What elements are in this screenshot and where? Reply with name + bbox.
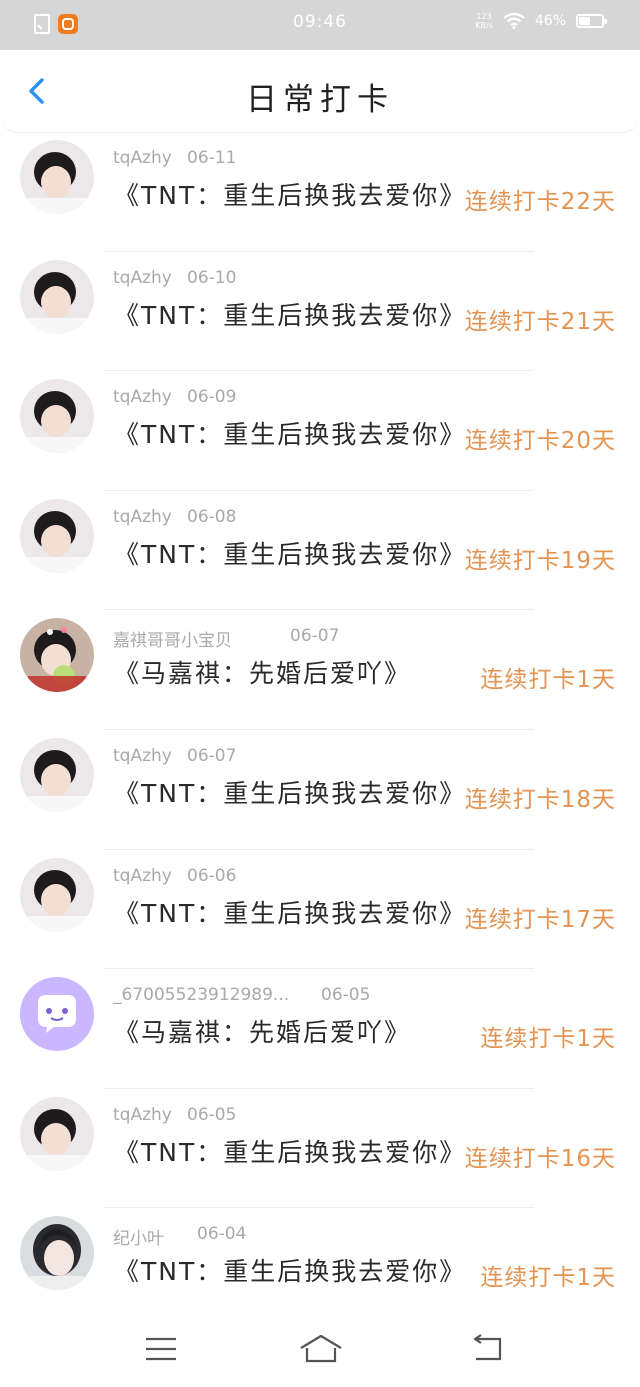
streak-label: 连续打卡1天 <box>480 667 616 694</box>
page-title: 日常打卡 <box>246 82 394 118</box>
row-meta: tqAzhy 06-06 <box>113 866 236 886</box>
menu-button[interactable] <box>143 1334 179 1364</box>
checkin-date: 06-10 <box>187 267 237 288</box>
book-title[interactable]: 《马嘉祺：先婚后爱吖》 <box>114 654 411 690</box>
network-rate: 123 KB/s <box>475 12 493 30</box>
row-meta: tqAzhy 06-11 <box>113 148 236 168</box>
streak-label: 连续打卡21天 <box>464 308 616 335</box>
book-title[interactable]: 《TNT：重生后换我去爱你》 <box>114 894 466 930</box>
book-title[interactable]: 《TNT：重生后换我去爱你》 <box>114 176 466 212</box>
checkin-date: 06-07 <box>187 745 237 766</box>
row-meta: tqAzhy 06-08 <box>113 507 236 527</box>
back-icon <box>473 1334 502 1361</box>
avatar[interactable] <box>20 1216 94 1291</box>
checkin-row[interactable]: tqAzhy 06-05 《TNT：重生后换我去爱你》 连续打卡16天 <box>0 1089 640 1209</box>
username[interactable]: tqAzhy <box>113 148 172 168</box>
page-header: 日常打卡 <box>0 50 640 133</box>
checkin-list: tqAzhy 06-11 《TNT：重生后换我去爱你》 连续打卡22天 tqAzhy 06… <box>0 132 640 1328</box>
row-meta: tqAzhy 06-10 <box>113 268 236 288</box>
checkin-row[interactable]: 嘉祺哥哥小宝贝 06-07 《马嘉祺：先婚后爱吖》 连续打卡1天 <box>0 610 640 730</box>
nav-back-button[interactable] <box>470 1334 506 1364</box>
avatar[interactable] <box>20 977 94 1052</box>
username[interactable]: _67005523912989... <box>113 985 289 1005</box>
username[interactable]: tqAzhy <box>113 387 172 407</box>
checkin-row[interactable]: tqAzhy 06-10 《TNT：重生后换我去爱你》 连续打卡21天 <box>0 252 640 372</box>
avatar[interactable] <box>20 857 94 932</box>
book-title[interactable]: 《TNT：重生后换我去爱你》 <box>114 415 466 451</box>
status-bar: 09:46 123 KB/s 46% <box>0 0 640 50</box>
avatar[interactable] <box>20 259 94 334</box>
streak-label: 连续打卡16天 <box>464 1145 616 1172</box>
network-rate-value: 123 <box>476 12 492 21</box>
avatar[interactable] <box>20 379 94 454</box>
row-meta: 纪小叶 06-04 <box>113 1224 246 1249</box>
checkin-date: 06-09 <box>187 387 237 408</box>
username[interactable]: tqAzhy <box>113 507 172 527</box>
streak-label: 连续打卡22天 <box>464 189 616 215</box>
checkin-date: 06-07 <box>290 626 340 647</box>
checkin-row[interactable]: tqAzhy 06-08 《TNT：重生后换我去爱你》 连续打卡19天 <box>0 491 640 611</box>
menu-icon <box>146 1337 176 1361</box>
checkin-row[interactable]: _67005523912989... 06-05 《马嘉祺：先婚后爱吖》 连续打卡1天 <box>0 969 640 1089</box>
username[interactable]: tqAzhy <box>113 746 172 766</box>
avatar[interactable] <box>20 1096 94 1171</box>
book-title[interactable]: 《TNT：重生后换我去爱你》 <box>114 535 466 571</box>
checkin-date: 06-11 <box>187 148 237 168</box>
streak-label: 连续打卡20天 <box>464 428 616 455</box>
streak-label: 连续打卡1天 <box>480 1026 616 1053</box>
avatar[interactable] <box>20 140 94 214</box>
system-nav-bar <box>0 1310 640 1387</box>
home-button[interactable] <box>298 1334 344 1364</box>
checkin-date: 06-08 <box>187 506 237 527</box>
row-meta: 嘉祺哥哥小宝贝 06-07 <box>113 626 339 651</box>
row-meta: tqAzhy 06-07 <box>113 746 236 766</box>
wifi-icon <box>503 13 525 29</box>
avatar[interactable] <box>20 737 94 812</box>
network-rate-unit: KB/s <box>475 21 493 30</box>
checkin-date: 06-05 <box>321 985 371 1006</box>
username[interactable]: tqAzhy <box>113 1105 172 1125</box>
checkin-date: 06-04 <box>197 1224 247 1245</box>
book-title[interactable]: 《TNT：重生后换我去爱你》 <box>114 774 466 810</box>
checkin-row[interactable]: tqAzhy 06-11 《TNT：重生后换我去爱你》 连续打卡22天 <box>0 132 640 252</box>
checkin-date: 06-06 <box>187 865 237 886</box>
row-meta: _67005523912989... 06-05 <box>113 985 370 1005</box>
username[interactable]: 嘉祺哥哥小宝贝 <box>113 631 232 651</box>
streak-label: 连续打卡19天 <box>464 547 616 574</box>
checkin-row[interactable]: tqAzhy 06-06 《TNT：重生后换我去爱你》 连续打卡17天 <box>0 850 640 970</box>
home-icon <box>300 1334 342 1363</box>
username[interactable]: 纪小叶 <box>113 1229 164 1249</box>
checkin-date: 06-05 <box>187 1104 237 1125</box>
book-title[interactable]: 《马嘉祺：先婚后爱吖》 <box>114 1013 411 1049</box>
battery-icon <box>576 14 607 28</box>
streak-label: 连续打卡17天 <box>464 906 616 933</box>
streak-label: 连续打卡18天 <box>464 786 616 813</box>
checkin-row[interactable]: tqAzhy 06-07 《TNT：重生后换我去爱你》 连续打卡18天 <box>0 730 640 850</box>
streak-label: 连续打卡1天 <box>480 1265 616 1292</box>
row-meta: tqAzhy 06-09 <box>113 387 236 407</box>
book-title[interactable]: 《TNT：重生后换我去爱你》 <box>114 1133 466 1169</box>
username[interactable]: tqAzhy <box>113 866 172 886</box>
book-title[interactable]: 《TNT：重生后换我去爱你》 <box>114 296 466 332</box>
battery-percent: 46% <box>534 13 566 29</box>
username[interactable]: tqAzhy <box>113 268 172 288</box>
avatar[interactable] <box>20 618 94 693</box>
status-bar-right: 123 KB/s 46% <box>475 12 607 30</box>
book-title[interactable]: 《TNT：重生后换我去爱你》 <box>114 1252 466 1288</box>
row-meta: tqAzhy 06-05 <box>113 1105 236 1125</box>
avatar[interactable] <box>20 498 94 573</box>
checkin-row[interactable]: tqAzhy 06-09 《TNT：重生后换我去爱你》 连续打卡20天 <box>0 371 640 491</box>
